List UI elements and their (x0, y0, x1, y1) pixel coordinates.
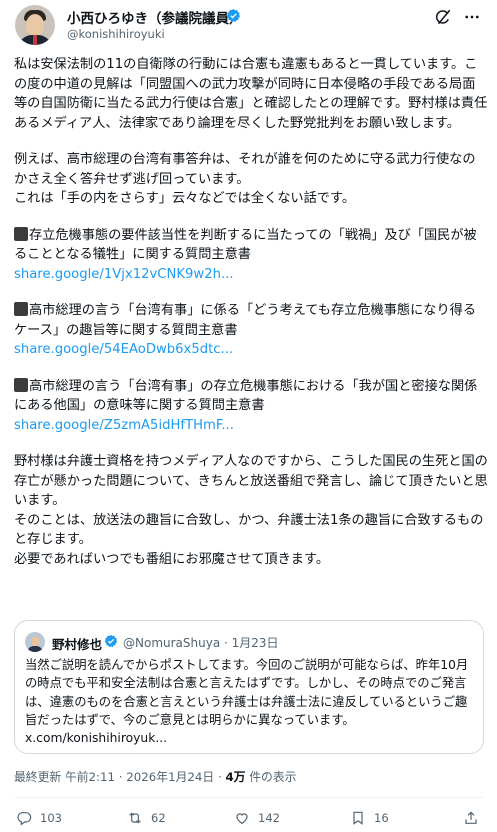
bookmark-count: 16 (374, 811, 389, 825)
reference-link-2[interactable]: share.google/54EAoDwb6x5dtc... (14, 340, 488, 360)
post-text: 私は安保法制の11の自衛隊の行動には合憲も違憲もあると一貫しています。この度の中… (14, 55, 488, 569)
reply-count: 103 (40, 811, 62, 825)
post-paragraph-4b: そのことは、放送法の趣旨に合致し、かつ、弁護士法1条の趣旨に合致するものと存じま… (14, 512, 484, 548)
repost-icon (129, 812, 141, 824)
reference-link-1[interactable]: share.google/1Vjx12vCNK9w2h... (14, 265, 488, 285)
handle[interactable]: @konishihiroyuki (67, 27, 165, 41)
black-square-icon (14, 226, 28, 241)
reply-button[interactable]: 103 (16, 810, 62, 826)
action-bar: 103 62 142 16 (0, 806, 497, 832)
post-paragraph-4a: 野村様は弁護士資格を持つメディア人なのですから、こうした国民の生死と国の存亡が懸… (14, 454, 488, 508)
repost-count: 62 (151, 811, 166, 825)
verified-badge-icon (226, 8, 241, 22)
bookmark-icon (353, 811, 363, 825)
avatar[interactable] (15, 5, 55, 45)
post-header: 小西ひろゆき（参議院議員） @konishihiroyuki (0, 0, 497, 48)
quote-handle-date: @NomuraShuya · 1月23日 (123, 636, 279, 650)
quote-text: 当然ご説明を読んでからポストしてます。今回のご説明が可能ならば、昨年10月の時点… (25, 658, 469, 746)
post-paragraph-2: 例えば、高市総理の台湾有事答弁は、それが誰を何のために守る武力行使なのかさえ全く… (14, 152, 476, 187)
view-count: 4万 (225, 770, 246, 784)
reply-icon (17, 812, 32, 826)
reference-item-2: 高市総理の言う「台湾有事」に係る「どう考えても存立危機事態になり得るケース」の趣… (14, 302, 477, 338)
reference-item-3: 高市総理の言う「台湾有事」の存立危機事態における「我が国と密接な関係にある他国」… (14, 377, 478, 413)
reference-link-3[interactable]: share.google/Z5zmA5idHfTHmF... (14, 416, 488, 436)
quote-link: x.com/konishihiroyuk... (25, 731, 168, 746)
like-count: 142 (258, 811, 280, 825)
verified-badge-icon (104, 634, 118, 648)
more-icon[interactable] (462, 8, 482, 26)
post-paragraph-2b: これは「手の内をさらす」云々などでは全くない話です。 (14, 191, 356, 206)
display-name[interactable]: 小西ひろゆき（参議院議員） (67, 7, 243, 27)
like-icon (236, 813, 248, 825)
share-icon (465, 811, 477, 824)
bookmark-button[interactable]: 16 (350, 810, 389, 826)
share-button[interactable] (463, 810, 479, 826)
quoted-post[interactable]: 野村修也 @NomuraShuya · 1月23日 当然ご説明を読んでからポスト… (14, 620, 484, 754)
like-button[interactable]: 142 (234, 810, 280, 826)
grok-icon[interactable] (434, 8, 452, 26)
reference-item-1: 存立危機事態の要件該当性を判断するに当たっての「戦禍」及び「国民が被ることとなる… (14, 226, 477, 262)
black-square-icon (14, 377, 28, 392)
black-square-icon (14, 302, 28, 316)
post-meta: 最終更新 午前2:11 · 2026年1月24日 · 4万 件の表示 (14, 770, 297, 784)
quote-display-name: 野村修也 (52, 637, 103, 652)
post-paragraph-4c: 必要であればいつでも番組にお邪魔させて頂きます。 (14, 551, 330, 567)
quote-avatar (25, 632, 45, 652)
post-paragraph-1: 私は安保法制の11の自衛隊の行動には合憲も違憲もあると一貫しています。この度の中… (14, 57, 488, 131)
repost-button[interactable]: 62 (127, 810, 166, 826)
divider (14, 797, 484, 798)
